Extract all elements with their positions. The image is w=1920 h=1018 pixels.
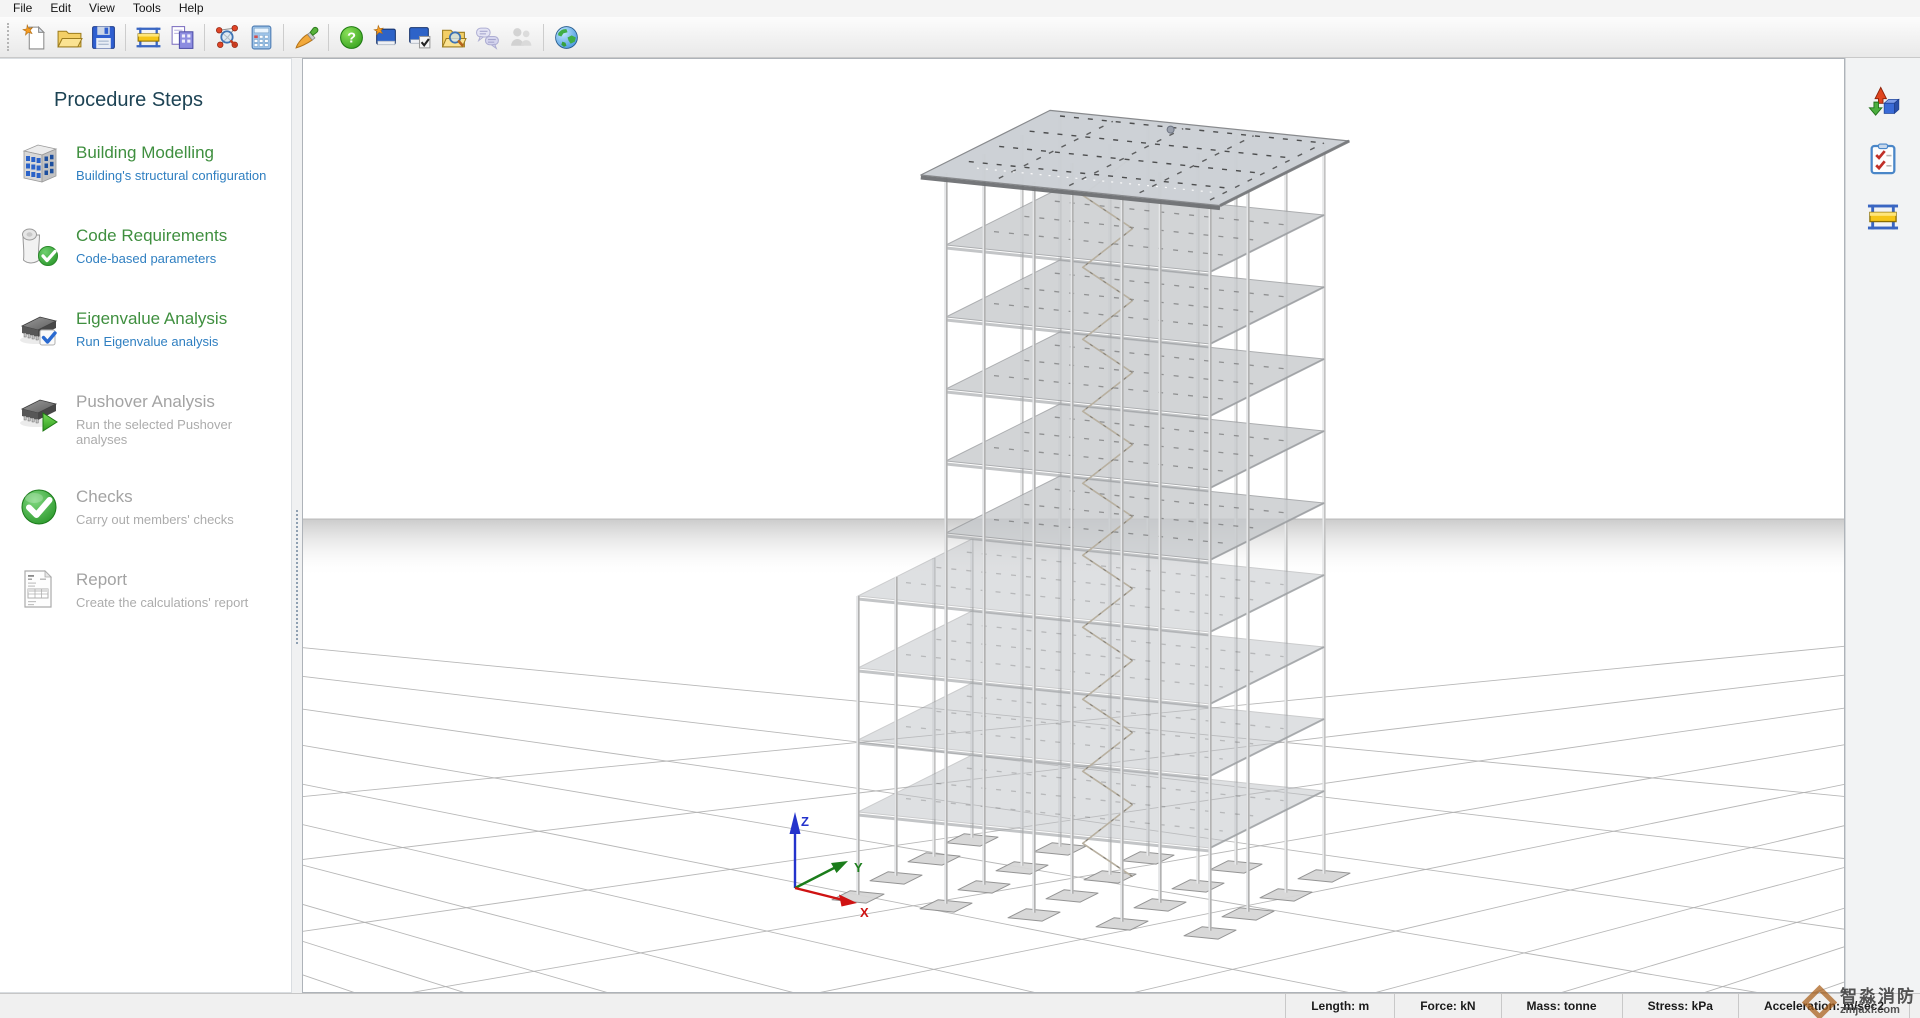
step-title: Building Modelling [76,143,266,163]
toolbar-separator [543,24,544,51]
status-length-unit: Length: m [1285,994,1394,1018]
splitter-grip-icon[interactable] [296,510,298,644]
menu-edit[interactable]: Edit [41,0,80,17]
frame-section-icon[interactable] [131,20,165,54]
right-tool-strip [1845,58,1920,993]
calculator-icon[interactable] [244,20,278,54]
application-window: File Edit View Tools Help [0,0,1920,1018]
menu-bar: File Edit View Tools Help [0,0,1920,18]
svg-text:Z: Z [801,814,809,829]
model-3d-canvas[interactable]: Z Y X [303,59,1844,992]
toolbar-separator [204,24,205,51]
toolbar-separator [283,24,284,51]
building-icon [16,140,62,186]
report-doc-icon [16,567,62,613]
watermark-url: zmjaxf.com [1840,1005,1900,1017]
sidebar-item-checks: Checks Carry out members' checks [16,484,278,530]
save-project-icon[interactable] [86,20,120,54]
checks-list-icon[interactable] [1864,140,1902,178]
step-title: Report [76,570,248,590]
panel-splitter[interactable] [292,58,302,993]
green-check-icon [16,484,62,530]
svg-text:X: X [860,905,869,920]
menu-view[interactable]: View [80,0,124,17]
step-description: Building's structural configuration [76,168,266,183]
building-report-icon[interactable] [165,20,199,54]
status-stress-unit: Stress: kPa [1622,994,1738,1018]
forum-chat-icon[interactable] [470,20,504,54]
menu-help[interactable]: Help [170,0,213,17]
new-project-icon[interactable] [18,20,52,54]
step-title: Eigenvalue Analysis [76,309,227,329]
step-description: Code-based parameters [76,251,227,266]
verification-book-icon[interactable] [402,20,436,54]
model-3d-viewport[interactable]: Z Y X [302,58,1845,993]
watermark: 智淼消防 zmjaxf.com [1803,988,1916,1017]
step-title: Pushover Analysis [76,392,278,412]
step-description: Carry out members' checks [76,512,234,527]
main-toolbar: ? [0,17,1920,58]
step-title: Checks [76,487,234,507]
watermark-text: 智淼消防 [1840,988,1916,1006]
sidebar-item-code-requirements[interactable]: Code Requirements Code-based parameters [16,223,278,269]
scroll-check-icon [16,223,62,269]
toolbar-separator [125,24,126,51]
step-description: Run Eigenvalue analysis [76,334,227,349]
frame-section-icon[interactable] [1864,198,1902,236]
toolbar-grip[interactable] [7,23,11,51]
model-node-search-icon[interactable] [210,20,244,54]
display-brush-icon[interactable] [289,20,323,54]
watermark-diamond-icon [1802,985,1837,1018]
step-title: Code Requirements [76,226,227,246]
sidebar-title: Procedure Steps [54,89,291,112]
procedure-steps-panel: Procedure Steps [0,58,292,993]
examples-folder-search-icon[interactable] [436,20,470,54]
manual-book-icon[interactable] [368,20,402,54]
status-mass-unit: Mass: tonne [1501,994,1622,1018]
sidebar-item-eigenvalue-analysis[interactable]: Eigenvalue Analysis Run Eigenvalue analy… [16,306,278,352]
open-project-icon[interactable] [52,20,86,54]
menu-tools[interactable]: Tools [124,0,170,17]
sidebar-item-report: Report Create the calculations' report [16,567,278,613]
procedure-steps-list: Building Modelling Building's structural… [16,140,291,613]
sidebar-item-pushover-analysis: Pushover Analysis Run the selected Pusho… [16,389,278,447]
step-description: Create the calculations' report [76,595,248,610]
svg-text:Y: Y [854,860,863,875]
toolbar-separator [328,24,329,51]
status-force-unit: Force: kN [1394,994,1500,1018]
website-globe-icon[interactable] [549,20,583,54]
step-description: Run the selected Pushover analyses [76,417,278,447]
help-icon[interactable]: ? [334,20,368,54]
chip-run-icon [16,389,62,435]
chip-check-icon [16,306,62,352]
support-people-icon [504,20,538,54]
sidebar-item-building-modelling[interactable]: Building Modelling Building's structural… [16,140,278,186]
svg-text:?: ? [347,30,356,46]
menu-file[interactable]: File [4,0,41,17]
status-bar: Length: m Force: kN Mass: tonne Stress: … [0,993,1920,1018]
display-arrows-cube-icon[interactable] [1864,82,1902,120]
